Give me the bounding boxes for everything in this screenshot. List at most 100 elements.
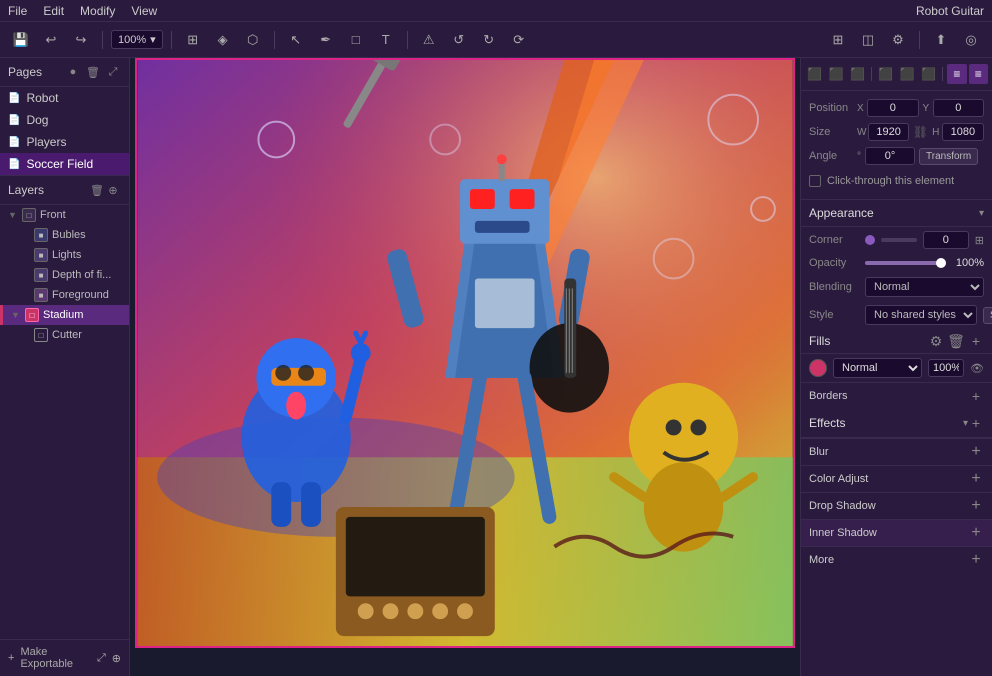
page-item-dog[interactable]: 📄 Dog [0, 109, 129, 131]
layer-item-foreground[interactable]: ■ Foreground [12, 285, 129, 305]
page-name-robot: Robot [26, 91, 58, 105]
make-exportable-label: Make Exportable [20, 646, 91, 670]
fill-mode-select[interactable]: Normal [833, 358, 922, 378]
angle-input[interactable] [865, 147, 915, 165]
size-w-input[interactable] [868, 123, 908, 141]
pages-delete-icon[interactable]: 🗑 [85, 64, 101, 80]
layer-icon-foreground: ■ [34, 288, 48, 302]
effects-add-icon[interactable]: + [968, 415, 984, 431]
save-button[interactable]: 💾 [8, 28, 34, 52]
blending-select[interactable]: Normal [865, 277, 984, 297]
position-x-input[interactable] [867, 99, 918, 117]
appearance-header[interactable]: Appearance ▾ [801, 200, 992, 227]
fills-add-icon[interactable]: + [968, 333, 984, 349]
opacity-slider[interactable] [865, 261, 946, 265]
zoom-control[interactable]: 100% ▾ [111, 30, 163, 49]
move-tool[interactable]: ↖ [283, 28, 309, 52]
color-adjust-add-icon[interactable]: + [968, 471, 984, 487]
page-name-players: Players [26, 135, 66, 149]
slice-button[interactable]: ◫ [855, 28, 881, 52]
transform-button[interactable]: Transform [919, 148, 978, 165]
chain-icon[interactable]: ⛓ [913, 125, 928, 139]
layer-item-stadium[interactable]: ▼ □ Stadium [0, 305, 129, 325]
pages-add-icon[interactable]: ⤢ [105, 64, 121, 80]
share-button[interactable]: ◎ [958, 28, 984, 52]
canvas-area[interactable] [130, 58, 800, 676]
align-top-button[interactable]: ⬛ [876, 64, 895, 84]
page-item-players[interactable]: 📄 Players [0, 131, 129, 153]
opacity-label: Opacity [809, 257, 859, 269]
align-right-button[interactable]: ⬛ [848, 64, 867, 84]
component-button[interactable]: ◈ [210, 28, 236, 52]
align-center-h-button[interactable]: ⬛ [826, 64, 845, 84]
menu-edit[interactable]: Edit [43, 4, 64, 18]
corner-slider[interactable] [881, 238, 917, 242]
make-exportable-icon: + [8, 652, 14, 664]
layer-item-depth[interactable]: ■ Depth of fi... [12, 265, 129, 285]
effect-color-adjust: Color Adjust + [801, 465, 992, 492]
warning-button[interactable]: ⚠ [416, 28, 442, 52]
main-toolbar: 💾 ↩ ↪ 100% ▾ ⊞ ◈ ⬡ ↖ ✒ □ T ⚠ ↺ ↻ ⟳ ⊞ ◫ ⚙… [0, 22, 992, 58]
fill-color-swatch[interactable] [809, 359, 827, 377]
settings-button[interactable]: ⚙ [885, 28, 911, 52]
corner-value-input[interactable] [923, 231, 969, 249]
blur-add-icon[interactable]: + [968, 444, 984, 460]
fill-visibility-icon[interactable]: 👁 [970, 362, 984, 375]
shape-tool[interactable]: □ [343, 28, 369, 52]
page-name-soccer-field: Soccer Field [26, 157, 93, 171]
opacity-row: Opacity 100% [801, 253, 992, 273]
effects-header[interactable]: Effects ▾ + [801, 409, 992, 438]
layer-item-bubbles[interactable]: ■ Bubles [12, 225, 129, 245]
export-arrow-icon: ⤢ [97, 652, 106, 665]
corner-expand-icon[interactable]: ⊞ [975, 234, 984, 247]
fills-delete-icon[interactable]: 🗑 [948, 333, 964, 349]
inner-shadow-add-icon[interactable]: + [968, 525, 984, 541]
layer-name-bubbles: Bubles [52, 229, 86, 241]
undo-button[interactable]: ↩ [38, 28, 64, 52]
toolbar-divider-3 [274, 31, 275, 49]
export-button[interactable]: ⬆ [928, 28, 954, 52]
distribute-h-button[interactable]: ≡ [947, 64, 966, 84]
layers-delete-icon[interactable]: 🗑 [89, 182, 105, 198]
make-exportable-button[interactable]: + Make Exportable ⤢ ⊕ [0, 639, 129, 676]
layer-icon-front: □ [22, 208, 36, 222]
align-bottom-button[interactable]: ⬛ [919, 64, 938, 84]
layer-item-cutter[interactable]: □ Cutter [12, 325, 129, 345]
mask-button[interactable]: ⬡ [240, 28, 266, 52]
pages-dot-icon[interactable]: ● [65, 64, 81, 80]
menu-view[interactable]: View [131, 4, 157, 18]
align-left-button[interactable]: ⬛ [805, 64, 824, 84]
borders-add-icon[interactable]: + [968, 388, 984, 404]
page-item-robot[interactable]: 📄 Robot [0, 87, 129, 109]
layer-item-front[interactable]: ▼ □ Front [0, 205, 129, 225]
position-y-input[interactable] [933, 99, 984, 117]
angle-degree-icon: ° [857, 151, 861, 162]
rotate-left-button[interactable]: ↺ [446, 28, 472, 52]
text-tool[interactable]: T [373, 28, 399, 52]
drop-shadow-add-icon[interactable]: + [968, 498, 984, 514]
distribute-v-button[interactable]: ≡ [969, 64, 988, 84]
layer-item-lights[interactable]: ■ Lights [12, 245, 129, 265]
fit-button[interactable]: ⊞ [180, 28, 206, 52]
refresh-button[interactable]: ⟳ [506, 28, 532, 52]
page-item-soccer-field[interactable]: 📄 Soccer Field [0, 153, 129, 175]
menu-modify[interactable]: Modify [80, 4, 115, 18]
click-through-checkbox[interactable] [809, 175, 821, 187]
layers-add-icon[interactable]: ⊕ [105, 182, 121, 198]
style-select[interactable]: No shared styles [865, 305, 977, 325]
rotate-right-button[interactable]: ↻ [476, 28, 502, 52]
align-middle-v-button[interactable]: ⬛ [898, 64, 917, 84]
redo-button[interactable]: ↪ [68, 28, 94, 52]
fill-opacity-input[interactable] [928, 359, 964, 377]
pen-tool[interactable]: ✒ [313, 28, 339, 52]
click-through-row: Click-through this element [809, 171, 984, 191]
more-add-icon[interactable]: + [968, 552, 984, 568]
layers-header: Layers 🗑 ⊕ [0, 175, 129, 205]
fills-settings-icon[interactable]: ⚙ [928, 333, 944, 349]
menu-file[interactable]: File [8, 4, 27, 18]
grid-button[interactable]: ⊞ [825, 28, 851, 52]
sync-button[interactable]: Sync [983, 307, 992, 324]
pages-header: Pages ● 🗑 ⤢ [0, 58, 129, 87]
menu-bar: File Edit Modify View Robot Guitar [0, 0, 992, 22]
size-h-input[interactable] [942, 123, 984, 141]
